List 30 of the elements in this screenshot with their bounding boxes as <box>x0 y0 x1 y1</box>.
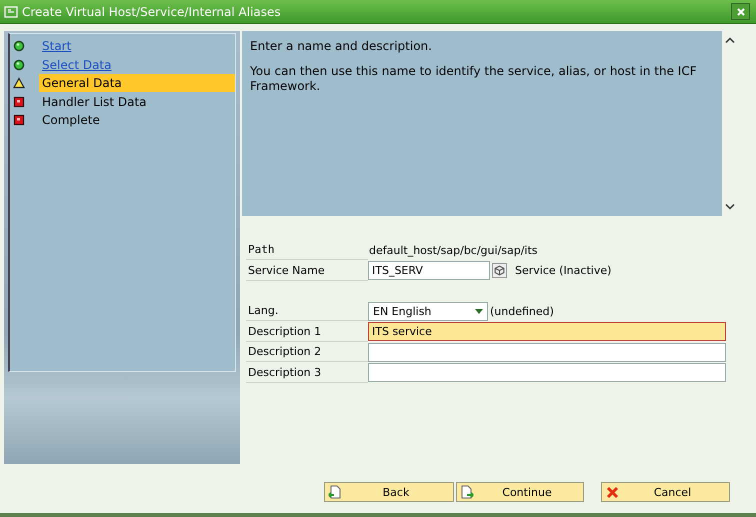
close-icon <box>736 6 746 16</box>
info-text: You can then use this name to identify the service, alias, or host in the ICF Framework. <box>250 64 698 94</box>
service-name-field[interactable]: ITS_SERV <box>368 261 490 280</box>
step-item[interactable]: General Data <box>39 74 235 92</box>
object-icon <box>492 263 507 278</box>
status-text: Service (Inactive) <box>515 264 612 278</box>
window-title: Create Virtual Host/Service/Internal Aliases <box>22 4 281 18</box>
window-icon <box>4 6 18 18</box>
continue-button[interactable]: Continue <box>456 482 584 502</box>
step-link[interactable]: Start <box>39 37 235 56</box>
field-label: Path <box>246 240 368 260</box>
scroll-up-icon[interactable] <box>724 37 734 44</box>
back-icon <box>328 485 342 499</box>
language-note: (undefined) <box>490 304 554 318</box>
description-field[interactable]: ITS service <box>368 322 726 342</box>
continue-icon <box>460 485 474 499</box>
cancel-icon <box>605 485 619 499</box>
back-button[interactable]: Back <box>324 482 454 502</box>
step-link[interactable]: Select Data <box>39 56 235 74</box>
language-dropdown[interactable]: EN English <box>368 302 488 321</box>
path-value: default_host/sap/bc/gui/sap/its <box>368 244 538 257</box>
step-item[interactable]: Complete <box>39 111 235 130</box>
description-field[interactable] <box>368 363 726 382</box>
info-text: Enter a name and description. <box>250 39 433 54</box>
close-button[interactable] <box>731 3 750 20</box>
description-field[interactable] <box>368 342 726 362</box>
scroll-down-icon[interactable] <box>724 203 734 210</box>
cancel-button[interactable]: Cancel <box>601 482 730 502</box>
caret-icon <box>475 308 483 314</box>
step-item[interactable]: Handler List Data <box>39 92 235 111</box>
